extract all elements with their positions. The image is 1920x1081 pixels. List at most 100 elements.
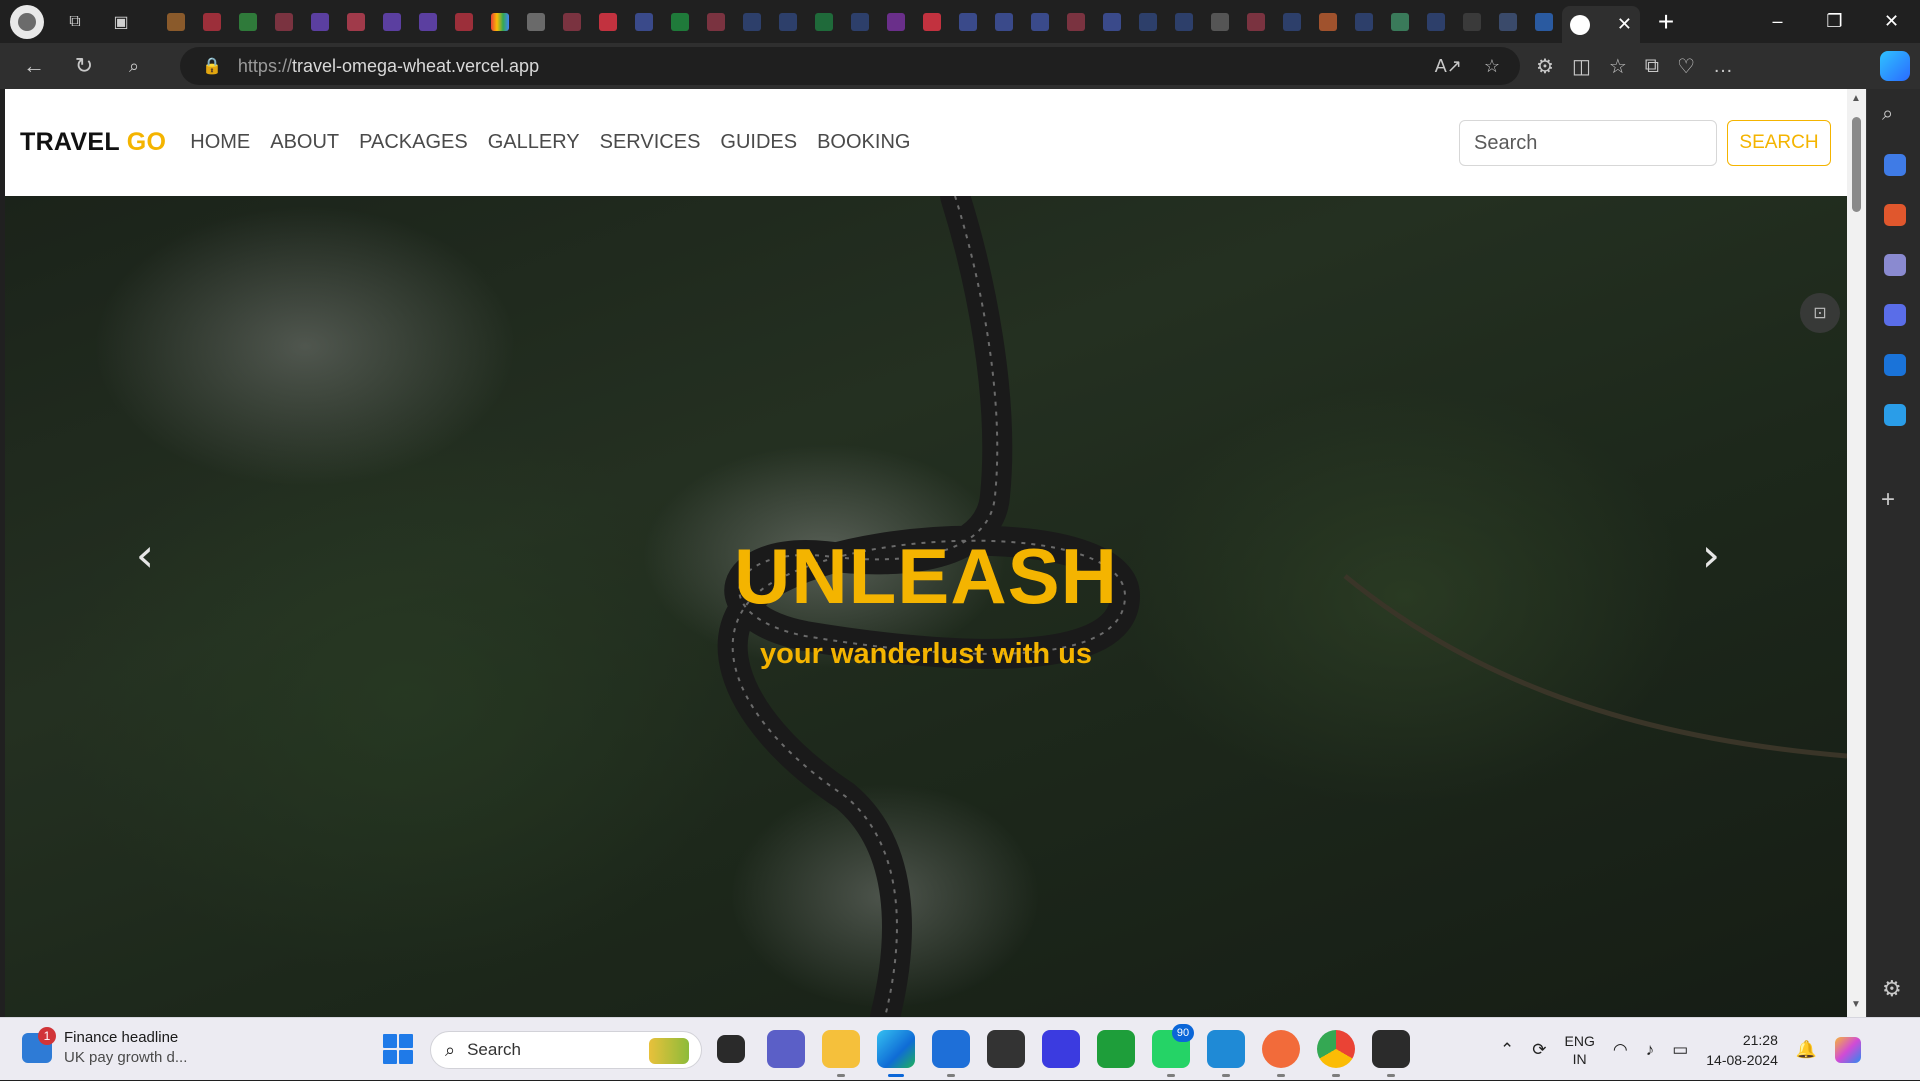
scroll-down-icon[interactable]: ▼ <box>1851 999 1862 1010</box>
pinned-tab[interactable] <box>1058 4 1094 40</box>
page-scrollbar[interactable]: ▲ ▼ <box>1847 89 1866 1017</box>
search-button[interactable]: SEARCH <box>1727 120 1831 166</box>
pinned-tab[interactable] <box>914 4 950 40</box>
pinned-tab[interactable] <box>410 4 446 40</box>
pinned-tab[interactable] <box>446 4 482 40</box>
pinned-tab[interactable] <box>1274 4 1310 40</box>
favorite-star-icon[interactable]: ☆ <box>1484 56 1500 77</box>
pinned-tab[interactable] <box>842 4 878 40</box>
url-text[interactable]: https://travel-omega-wheat.vercel.app <box>238 56 539 77</box>
pinned-tab[interactable] <box>1418 4 1454 40</box>
pinned-tab[interactable] <box>1094 4 1130 40</box>
start-button[interactable] <box>383 1034 413 1064</box>
nav-packages[interactable]: PACKAGES <box>359 131 468 154</box>
pinned-tab[interactable] <box>770 4 806 40</box>
volume-icon[interactable]: ♪ <box>1646 1040 1655 1060</box>
pinned-tab[interactable] <box>302 4 338 40</box>
pinned-tab[interactable] <box>1454 4 1490 40</box>
address-bar[interactable]: 🔒 https://travel-omega-wheat.vercel.app … <box>180 47 1520 85</box>
pinned-tab[interactable] <box>1526 4 1562 40</box>
outlook-icon[interactable] <box>1884 354 1906 376</box>
minimize-button[interactable]: – <box>1749 0 1806 43</box>
sidebar-search-icon[interactable]: ⌕ <box>1882 103 1893 126</box>
site-logo[interactable]: TRAVEL GO <box>20 128 166 157</box>
pinned-tab[interactable] <box>1346 4 1382 40</box>
whatsapp-icon[interactable]: 90 <box>1152 1024 1194 1077</box>
refresh-icon[interactable]: ↻ <box>64 46 104 86</box>
news-widget[interactable]: 1 Finance headline UK pay growth d... <box>22 1027 187 1068</box>
taskbar-search[interactable]: ⌕ Search <box>430 1031 702 1069</box>
teams-icon[interactable] <box>767 1030 805 1068</box>
copilot-sidebar-icon[interactable] <box>1884 304 1906 326</box>
lock-icon[interactable]: 🔒 <box>202 56 222 76</box>
search-input[interactable] <box>1459 120 1717 166</box>
pinned-tab[interactable] <box>1202 4 1238 40</box>
nav-services[interactable]: SERVICES <box>600 131 701 154</box>
pinned-tab[interactable] <box>1382 4 1418 40</box>
new-tab-button[interactable]: + <box>1646 4 1686 40</box>
pinned-tab[interactable] <box>950 4 986 40</box>
pinned-tab[interactable] <box>266 4 302 40</box>
games-icon[interactable] <box>1884 254 1906 276</box>
pinned-tab[interactable] <box>374 4 410 40</box>
sync-icon[interactable]: ⟳ <box>1532 1040 1546 1060</box>
battery-icon[interactable]: ▭ <box>1672 1040 1688 1060</box>
scroll-up-icon[interactable]: ▲ <box>1851 93 1862 104</box>
postman-icon[interactable] <box>1262 1030 1300 1077</box>
pinned-tab[interactable] <box>878 4 914 40</box>
microsoft-store-icon[interactable] <box>932 1030 970 1077</box>
restore-button[interactable]: ❐ <box>1806 0 1863 43</box>
pinned-tab[interactable] <box>194 4 230 40</box>
close-window-button[interactable]: ✕ <box>1863 0 1920 43</box>
pinned-tab[interactable] <box>554 4 590 40</box>
pinned-tab[interactable] <box>662 4 698 40</box>
clock[interactable]: 21:28 14-08-2024 <box>1706 1030 1778 1070</box>
xbox-icon[interactable] <box>1097 1030 1135 1068</box>
copilot-icon[interactable] <box>1880 51 1910 81</box>
chevron-up-icon[interactable]: ⌃ <box>1500 1040 1514 1060</box>
pinned-tab[interactable] <box>1238 4 1274 40</box>
nav-guides[interactable]: GUIDES <box>720 131 797 154</box>
pinned-tab[interactable] <box>590 4 626 40</box>
workspaces-icon[interactable]: ⧉ <box>60 7 90 37</box>
edge-icon[interactable] <box>877 1030 915 1077</box>
favorites-icon[interactable]: ☆ <box>1609 54 1627 79</box>
split-screen-icon[interactable]: ◫ <box>1572 54 1591 79</box>
pinned-tab[interactable] <box>482 4 518 40</box>
tab-close-icon[interactable]: ✕ <box>1617 14 1632 35</box>
pinned-tab[interactable] <box>518 4 554 40</box>
extensions-icon[interactable]: ⚙ <box>1536 54 1554 79</box>
unity-icon[interactable] <box>987 1030 1025 1068</box>
pinned-tab[interactable] <box>1130 4 1166 40</box>
pinned-tab[interactable] <box>1166 4 1202 40</box>
nav-about[interactable]: ABOUT <box>270 131 339 154</box>
vscode-icon[interactable] <box>1207 1030 1245 1077</box>
pinned-tab[interactable] <box>230 4 266 40</box>
tab-actions-icon[interactable]: ▣ <box>106 7 136 37</box>
pinned-tab[interactable] <box>1310 4 1346 40</box>
scroll-thumb[interactable] <box>1852 117 1861 212</box>
copilot-tray-icon[interactable] <box>1835 1036 1862 1063</box>
add-sidebar-app-icon[interactable]: + <box>1881 486 1895 514</box>
pinned-tab[interactable] <box>626 4 662 40</box>
tools-icon[interactable] <box>1884 204 1906 226</box>
pinned-tab[interactable] <box>338 4 374 40</box>
nav-booking[interactable]: BOOKING <box>817 131 910 154</box>
nav-gallery[interactable]: GALLERY <box>488 131 580 154</box>
pinned-tab[interactable] <box>1490 4 1526 40</box>
notification-icon[interactable]: 🔔 <box>1796 1040 1817 1060</box>
visual-search-icon[interactable]: ⊡ <box>1800 293 1840 333</box>
language-indicator[interactable]: ENG IN <box>1565 1032 1595 1068</box>
collections-icon[interactable]: ⧉ <box>1645 55 1659 78</box>
read-aloud-icon[interactable]: A↗ <box>1435 56 1462 77</box>
pinned-tab[interactable] <box>986 4 1022 40</box>
browser-essentials-icon[interactable]: ♡ <box>1677 54 1695 79</box>
shopping-icon[interactable] <box>1884 154 1906 176</box>
back-icon[interactable]: ← <box>14 46 54 86</box>
sidebar-settings-icon[interactable]: ⚙ <box>1882 976 1902 1002</box>
carousel-next-icon[interactable]: › <box>1691 528 1731 582</box>
pinned-tab[interactable] <box>734 4 770 40</box>
pinned-tab[interactable] <box>806 4 842 40</box>
pinned-tab[interactable] <box>698 4 734 40</box>
wifi-icon[interactable]: ◠ <box>1613 1040 1628 1060</box>
